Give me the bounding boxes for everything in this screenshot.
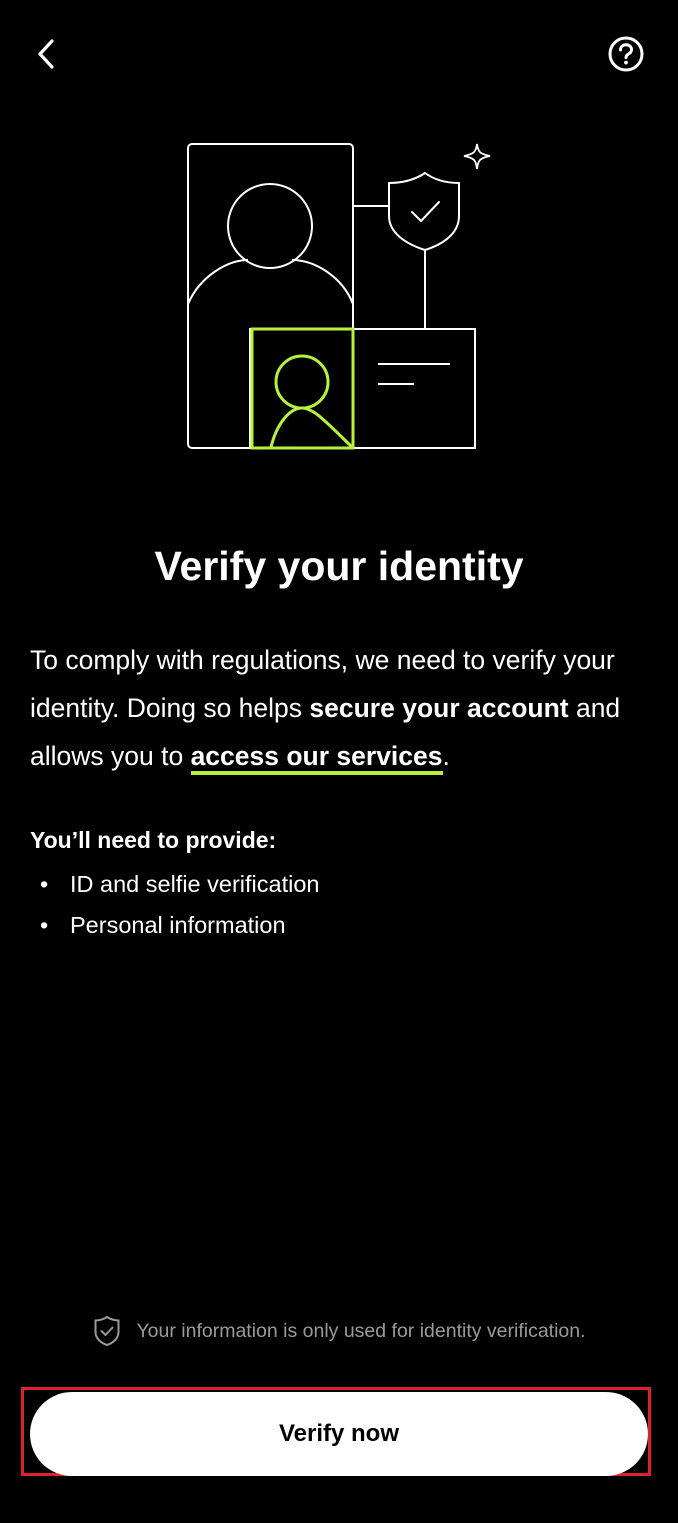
- list-item: • ID and selfie verification: [30, 864, 650, 905]
- page-title: Verify your identity: [154, 543, 524, 589]
- requirement-label: Personal information: [70, 912, 286, 938]
- identity-illustration: [180, 136, 500, 456]
- shield-check-icon: [92, 1314, 122, 1348]
- top-bar: [0, 0, 678, 110]
- description-text: To comply with regulations, we need to v…: [30, 636, 655, 780]
- description-bold: secure your account: [309, 693, 569, 723]
- question-circle-icon: [608, 36, 644, 72]
- id-card-icon: [249, 327, 476, 450]
- requirements-section: You’ll need to provide: • ID and selfie …: [30, 822, 650, 946]
- list-item: • Personal information: [30, 905, 650, 946]
- description-part3: .: [442, 741, 450, 771]
- bullet: •: [40, 912, 49, 938]
- access-services-link[interactable]: access our services: [190, 741, 443, 775]
- verify-now-button[interactable]: Verify now: [30, 1392, 648, 1476]
- requirements-heading: You’ll need to provide:: [30, 827, 277, 853]
- shield-check-icon: [388, 171, 460, 252]
- bullet: •: [40, 871, 49, 897]
- requirements-list: • ID and selfie verification • Personal …: [30, 864, 650, 946]
- back-button[interactable]: [26, 30, 66, 78]
- privacy-note: Your information is only used for identi…: [0, 1314, 678, 1348]
- requirement-label: ID and selfie verification: [70, 871, 320, 897]
- help-button[interactable]: [604, 32, 648, 76]
- chevron-left-icon: [38, 39, 54, 69]
- privacy-text: Your information is only used for identi…: [136, 1320, 586, 1342]
- sparkle-icon: [463, 143, 491, 170]
